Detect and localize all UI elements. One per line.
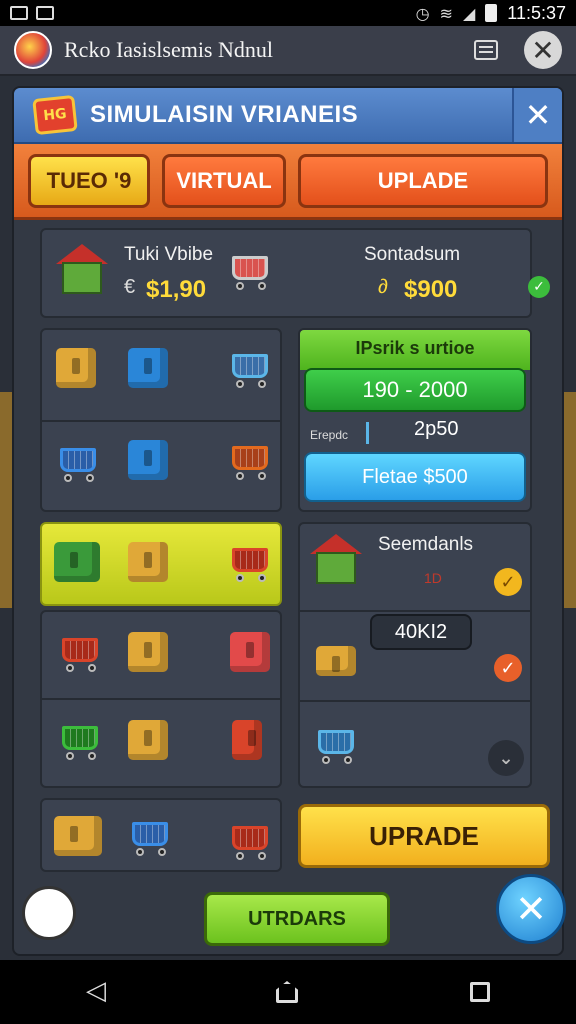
tab-bar: TUEO '9 VIRTUAL UPLADE: [14, 144, 562, 220]
back-icon[interactable]: [86, 976, 106, 1006]
crate-icon[interactable]: [128, 720, 168, 760]
dialog-close-button[interactable]: ✕: [512, 88, 562, 142]
summary-left-label: Tuki Vbibe: [124, 244, 214, 265]
mascot-icon[interactable]: [22, 886, 76, 940]
summary-right-value: $900: [404, 276, 458, 303]
gold-bars-icon: [316, 646, 356, 676]
jar-icon: [314, 724, 358, 764]
mail-icon: [10, 6, 28, 20]
offer-panel: IPsrik s urtioe 190 - 2000 Erepdc 2p50 F…: [298, 328, 532, 512]
wifi-icon: ≋: [439, 3, 453, 23]
shop-icon: [310, 534, 362, 586]
menu-icon[interactable]: [474, 40, 498, 60]
price-range-button[interactable]: 190 - 2000: [304, 368, 526, 412]
side-panel: Seemdanls 1D ✓ 40KI2 ✓ ⌄: [298, 522, 532, 788]
tab-first[interactable]: TUEO '9: [28, 153, 150, 208]
alarm-icon: ◷: [415, 3, 430, 23]
home-icon[interactable]: [276, 981, 298, 1003]
currency-symbol-left: €: [124, 276, 136, 298]
can-icon[interactable]: [232, 720, 262, 760]
footer-items: [40, 798, 282, 872]
currency-symbol-right: ∂: [378, 276, 388, 298]
offer-small-label: Erepdc: [310, 428, 349, 442]
recent-apps-icon[interactable]: [470, 982, 490, 1002]
app-logo: [14, 31, 52, 69]
crate-icon[interactable]: [56, 348, 96, 388]
cart-icon: [228, 250, 272, 290]
orange-check-icon[interactable]: ✓: [494, 654, 522, 682]
item-grid-top: [40, 328, 282, 512]
green-cart-icon[interactable]: [58, 720, 102, 760]
dialog-title: SIMULAISIN VRIANEIS: [90, 101, 359, 128]
app-close-button[interactable]: ✕: [524, 31, 562, 69]
app-title: Rcko Iasislsemis Ndnul: [64, 37, 273, 62]
green-crate-icon: [54, 542, 100, 582]
clock: 11:5:37: [507, 2, 566, 23]
navigation-bar: [0, 960, 576, 1024]
crate-icon: [54, 816, 102, 856]
status-bar: ◷ ≋ ◢ 11:5:37: [0, 0, 576, 26]
close-fab-button[interactable]: ✕: [496, 874, 566, 944]
chevron-down-icon[interactable]: ⌄: [488, 740, 524, 776]
check-icon: ✓: [528, 276, 550, 298]
tab-upload[interactable]: UPLADE: [298, 153, 548, 208]
crate-icon: [128, 542, 168, 582]
blue-box-icon[interactable]: [128, 348, 168, 388]
blue-box-icon[interactable]: [128, 440, 168, 480]
red-cart-icon: [228, 542, 272, 582]
blue-basket-icon: [128, 816, 172, 856]
app-bar: Rcko Iasislsemis Ndnul ✕: [0, 26, 576, 76]
rebate-button[interactable]: Fletae $500: [304, 452, 526, 502]
gallery-icon: [36, 6, 54, 20]
simulation-dialog: HG SIMULAISIN VRIANEIS ✕ TUEO '9 VIRTUAL…: [12, 86, 564, 956]
offer-header: IPsrik s urtioe: [355, 338, 475, 358]
item-grid-bottom: [40, 610, 282, 788]
summary-left-value: $1,90: [146, 276, 207, 303]
dialog-badge: HG: [32, 94, 78, 136]
secondary-button[interactable]: UTRDARS: [204, 892, 390, 946]
tab-virtual[interactable]: VIRTUAL: [162, 153, 286, 208]
red-box-icon[interactable]: [230, 632, 270, 672]
red-cart-icon[interactable]: [58, 632, 102, 672]
value-box: 40KI2: [370, 614, 472, 650]
cart-icon: [228, 820, 272, 860]
signal-icon: ◢: [462, 3, 476, 23]
summary-panel: Tuki Vbibe € $1,90 Sontadsum ∂ $900 ✓: [40, 228, 550, 318]
background-stripe-right: [562, 392, 576, 608]
crate-icon[interactable]: [128, 632, 168, 672]
side-panel-label: Seemdanls: [378, 534, 474, 555]
summary-right-label: Sontadsum: [364, 244, 461, 265]
battery-icon: [485, 4, 498, 22]
orange-cart-icon[interactable]: [228, 440, 272, 480]
blue-cart-icon[interactable]: [56, 442, 100, 482]
upgrade-button[interactable]: UPRADE: [298, 804, 550, 868]
yellow-check-icon[interactable]: ✓: [494, 568, 522, 596]
store-icon: [56, 244, 108, 296]
selected-item-row[interactable]: [40, 522, 282, 606]
offer-small-value: 2p50: [414, 418, 459, 440]
side-panel-mark: 1D: [424, 570, 442, 586]
blue-cart-icon[interactable]: [228, 348, 272, 388]
dialog-header: HG SIMULAISIN VRIANEIS ✕: [14, 88, 562, 144]
